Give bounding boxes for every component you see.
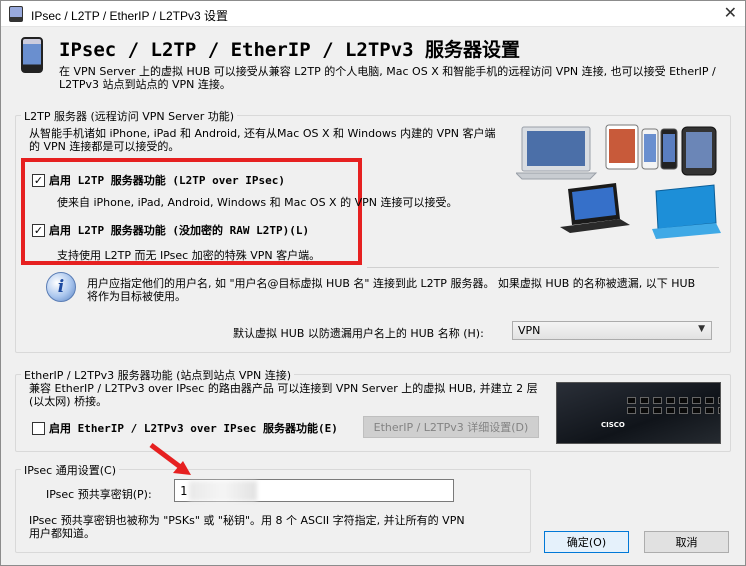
redacted-area — [189, 481, 257, 501]
router-ports — [627, 397, 720, 414]
etherip-description: 兼容 EtherIP / L2TPv3 over IPsec 的路由器产品 可以… — [29, 382, 538, 408]
cisco-logo: CISCO — [601, 421, 625, 429]
etherip-checkbox[interactable] — [32, 421, 45, 435]
router-image: CISCO — [556, 382, 721, 444]
info-icon: i — [46, 272, 76, 302]
smartphone-icon — [21, 37, 43, 73]
l2tp-separator — [367, 267, 719, 268]
l2tp-group-label: L2TP 服务器 (远程访问 VPN Server 功能) — [21, 108, 238, 124]
raw-l2tp-checkbox[interactable]: ✓ — [32, 223, 45, 237]
etherip-group-label: EtherIP / L2TPv3 服务器功能 (站点到站点 VPN 连接) — [21, 367, 295, 383]
psk-label: IPsec 预共享密钥(P): — [46, 488, 152, 501]
psk-description: IPsec 预共享密钥也被称为 "PSKs" 或 "秘钥"。用 8 个 ASCI… — [29, 514, 465, 540]
raw-l2tp-row[interactable]: ✓ 启用 L2TP 服务器功能 (没加密的 RAW L2TP)(L) — [32, 222, 309, 238]
raw-l2tp-label[interactable]: 启用 L2TP 服务器功能 (没加密的 RAW L2TP)(L) — [49, 222, 309, 238]
devices-illustration — [514, 121, 721, 243]
annotation-arrow-icon — [149, 443, 191, 475]
ipsec-group-label: IPsec 通用设置(C) — [21, 462, 119, 478]
default-hub-select[interactable]: VPN ▼ — [512, 321, 712, 340]
l2tp-ipsec-description: 使来自 iPhone, iPad, Android, Windows 和 Mac… — [57, 196, 458, 209]
page-title: IPsec / L2TP / EtherIP / L2TPv3 服务器设置 — [59, 39, 521, 61]
etherip-row[interactable]: 启用 EtherIP / L2TPv3 over IPsec 服务器功能(E) — [32, 420, 354, 436]
title-bar: IPsec / L2TP / EtherIP / L2TPv3 设置 ✕ — [1, 1, 745, 27]
l2tp-ipsec-row[interactable]: ✓ 启用 L2TP 服务器功能 (L2TP over IPsec) — [32, 172, 285, 188]
close-icon[interactable]: ✕ — [724, 5, 737, 21]
page-description: 在 VPN Server 上的虚拟 HUB 可以接受从兼容 L2TP 的个人电脑… — [59, 65, 716, 91]
etherip-detail-button[interactable]: EtherIP / L2TPv3 详细设置(D) — [363, 416, 539, 438]
info-text: 用户应指定他们的用户名, 如 "用户名@目标虚拟 HUB 名" 连接到此 L2T… — [87, 277, 696, 303]
chevron-down-icon[interactable]: ▼ — [698, 324, 705, 334]
default-hub-label: 默认虚拟 HUB 以防遗漏用户名上的 HUB 名称 (H): — [233, 327, 484, 340]
l2tp-ipsec-checkbox[interactable]: ✓ — [32, 173, 45, 187]
default-hub-value: VPN — [518, 324, 541, 337]
l2tp-description: 从智能手机诸如 iPhone, iPad 和 Android, 还有从Mac O… — [29, 127, 496, 153]
etherip-label[interactable]: 启用 EtherIP / L2TPv3 over IPsec 服务器功能(E) — [49, 420, 338, 436]
settings-dialog: IPsec / L2TP / EtherIP / L2TPv3 设置 ✕ IPs… — [0, 0, 746, 566]
cancel-button[interactable]: 取消 — [644, 531, 729, 553]
window-title: IPsec / L2TP / EtherIP / L2TPv3 设置 — [31, 9, 228, 23]
phone-app-icon — [9, 6, 23, 22]
raw-l2tp-description: 支持使用 L2TP 而无 IPsec 加密的特殊 VPN 客户端。 — [57, 249, 321, 262]
ok-button[interactable]: 确定(O) — [544, 531, 629, 553]
devices-image — [514, 124, 721, 239]
l2tp-ipsec-label[interactable]: 启用 L2TP 服务器功能 (L2TP over IPsec) — [49, 172, 285, 188]
